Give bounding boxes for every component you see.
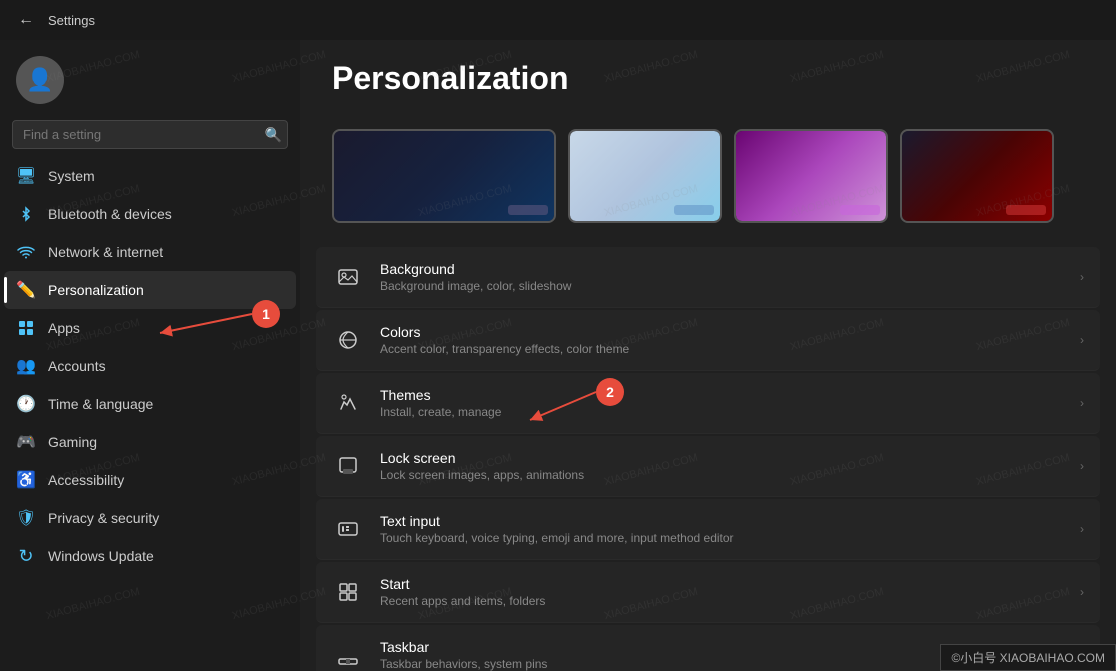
sidebar-item-personalization[interactable]: ✏️ Personalization	[4, 271, 296, 309]
start-subtitle: Recent apps and items, folders	[380, 594, 1064, 608]
search-input[interactable]	[12, 120, 288, 149]
sidebar-label-bluetooth: Bluetooth & devices	[48, 206, 172, 222]
background-text: Background Background image, color, slid…	[380, 261, 1064, 293]
theme-preview-blue[interactable]	[568, 129, 722, 223]
background-title: Background	[380, 261, 1064, 277]
textinput-text: Text input Touch keyboard, voice typing,…	[380, 513, 1064, 545]
watermark-badge: ©小白号 XIAOBAIHAO.COM	[940, 644, 1116, 671]
sidebar-item-privacy[interactable]: 🛡 Privacy & security	[4, 499, 296, 537]
textinput-icon	[332, 513, 364, 545]
colors-title: Colors	[380, 324, 1064, 340]
start-icon	[332, 576, 364, 608]
sidebar-item-network[interactable]: Network & internet	[4, 233, 296, 271]
textinput-arrow: ›	[1080, 522, 1084, 536]
textinput-title: Text input	[380, 513, 1064, 529]
settings-item-lockscreen[interactable]: Lock screen Lock screen images, apps, an…	[316, 436, 1100, 497]
search-button[interactable]: 🔍	[265, 126, 282, 143]
lockscreen-subtitle: Lock screen images, apps, animations	[380, 468, 1064, 482]
personalization-icon: ✏️	[16, 280, 36, 300]
sidebar-label-gaming: Gaming	[48, 434, 97, 450]
lockscreen-arrow: ›	[1080, 459, 1084, 473]
themes-title: Themes	[380, 387, 1064, 403]
sidebar-label-personalization: Personalization	[48, 282, 144, 298]
theme-preview-red[interactable]	[900, 129, 1054, 223]
sidebar-item-accessibility[interactable]: ♿ Accessibility	[4, 461, 296, 499]
system-icon: 🖥	[16, 166, 36, 186]
sidebar-item-gaming[interactable]: 🎮 Gaming	[4, 423, 296, 461]
background-arrow: ›	[1080, 270, 1084, 284]
lockscreen-icon	[332, 450, 364, 482]
accessibility-icon: ♿	[16, 470, 36, 490]
user-section: 👤	[0, 40, 300, 116]
time-icon: 🕐	[16, 394, 36, 414]
update-icon: ↻	[16, 546, 36, 566]
sidebar-label-system: System	[48, 168, 95, 184]
sidebar-nav: 🖥 System Bluetooth & devices	[0, 157, 300, 663]
bluetooth-icon	[16, 204, 36, 224]
themes-icon	[332, 387, 364, 419]
sidebar-item-update[interactable]: ↻ Windows Update	[4, 537, 296, 575]
textinput-subtitle: Touch keyboard, voice typing, emoji and …	[380, 531, 1064, 545]
colors-text: Colors Accent color, transparency effect…	[380, 324, 1064, 356]
themes-arrow: ›	[1080, 396, 1084, 410]
sidebar-label-privacy: Privacy & security	[48, 510, 159, 526]
avatar-icon: 👤	[26, 67, 53, 93]
app-title: Settings	[48, 13, 95, 28]
lockscreen-text: Lock screen Lock screen images, apps, an…	[380, 450, 1064, 482]
theme-previews	[300, 129, 1116, 247]
apps-icon	[16, 318, 36, 338]
taskbar-icon	[332, 639, 364, 671]
content-area: Personalization	[300, 40, 1116, 671]
settings-item-textinput[interactable]: Text input Touch keyboard, voice typing,…	[316, 499, 1100, 560]
start-title: Start	[380, 576, 1064, 592]
sidebar-label-apps: Apps	[48, 320, 80, 336]
search-box: 🔍	[12, 120, 288, 149]
settings-item-background[interactable]: Background Background image, color, slid…	[316, 247, 1100, 308]
colors-arrow: ›	[1080, 333, 1084, 347]
titlebar: ← Settings	[0, 0, 1116, 40]
sidebar-label-accessibility: Accessibility	[48, 472, 124, 488]
settings-item-start[interactable]: Start Recent apps and items, folders ›	[316, 562, 1100, 623]
start-text: Start Recent apps and items, folders	[380, 576, 1064, 608]
avatar[interactable]: 👤	[16, 56, 64, 104]
colors-icon	[332, 324, 364, 356]
sidebar-item-system[interactable]: 🖥 System	[4, 157, 296, 195]
background-icon	[332, 261, 364, 293]
sidebar-item-accounts[interactable]: 👥 Accounts	[4, 347, 296, 385]
gaming-icon: 🎮	[16, 432, 36, 452]
themes-text: Themes Install, create, manage	[380, 387, 1064, 419]
settings-item-colors[interactable]: Colors Accent color, transparency effect…	[316, 310, 1100, 371]
settings-list: Background Background image, color, slid…	[300, 247, 1116, 671]
sidebar-label-time: Time & language	[48, 396, 153, 412]
lockscreen-title: Lock screen	[380, 450, 1064, 466]
network-icon	[16, 242, 36, 262]
settings-item-themes[interactable]: Themes Install, create, manage ›	[316, 373, 1100, 434]
sidebar-label-update: Windows Update	[48, 548, 154, 564]
start-arrow: ›	[1080, 585, 1084, 599]
privacy-icon: 🛡	[16, 508, 36, 528]
sidebar-label-network: Network & internet	[48, 244, 163, 260]
themes-subtitle: Install, create, manage	[380, 405, 1064, 419]
sidebar-item-time[interactable]: 🕐 Time & language	[4, 385, 296, 423]
colors-subtitle: Accent color, transparency effects, colo…	[380, 342, 1064, 356]
accounts-icon: 👥	[16, 356, 36, 376]
sidebar: 👤 🔍 🖥 System	[0, 40, 300, 671]
page-title: Personalization	[332, 60, 1084, 97]
sidebar-item-apps[interactable]: Apps	[4, 309, 296, 347]
back-button[interactable]: ←	[12, 6, 40, 34]
theme-preview-dark[interactable]	[332, 129, 556, 223]
sidebar-item-bluetooth[interactable]: Bluetooth & devices	[4, 195, 296, 233]
background-subtitle: Background image, color, slideshow	[380, 279, 1064, 293]
sidebar-label-accounts: Accounts	[48, 358, 106, 374]
theme-preview-purple[interactable]	[734, 129, 888, 223]
